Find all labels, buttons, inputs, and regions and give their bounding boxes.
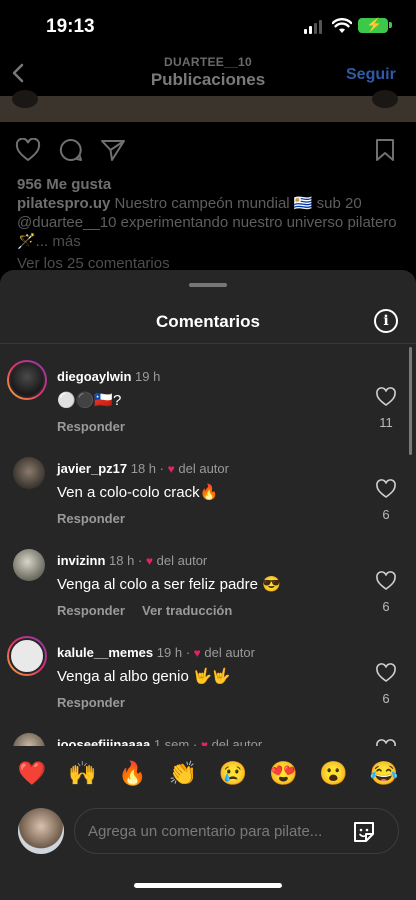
comment-item: javier_pz17 18 h · ♥ del autor Ven a col…	[0, 451, 416, 541]
comment-like-count: 6	[382, 599, 390, 614]
comment-text: Venga al colo a ser feliz padre 😎	[57, 576, 281, 593]
comment-username[interactable]: kalule__memes	[57, 645, 153, 660]
reply-button[interactable]: Responder	[57, 603, 125, 618]
comment-username[interactable]: jooseefiiinaaaa	[57, 737, 150, 746]
comment-like-icon[interactable]	[375, 479, 397, 499]
author-like-label: del autor	[156, 553, 208, 568]
emoji-clap-button[interactable]: 👏	[167, 760, 199, 787]
sheet-title: Comentarios	[156, 312, 260, 331]
share-send-icon[interactable]	[100, 138, 126, 162]
follow-button[interactable]: Seguir	[346, 66, 396, 84]
status-time: 19:13	[46, 16, 95, 37]
emoji-laughing-button[interactable]: 😂	[368, 760, 400, 787]
emoji-raised-hands-button[interactable]: 🙌	[66, 760, 98, 787]
comments-scrollbar[interactable]	[409, 347, 412, 455]
commenter-avatar[interactable]	[13, 733, 45, 746]
comment-meta: invizinn 18 h · ♥ del autor	[57, 553, 208, 568]
comment-like-count: 6	[382, 507, 390, 522]
comment-username[interactable]: invizinn	[57, 553, 105, 568]
author-like-label: del autor	[178, 461, 229, 476]
comment-like-icon[interactable]	[375, 739, 397, 746]
caption-username[interactable]: pilatespro.uy	[17, 195, 110, 212]
author-like-label: del autor	[204, 645, 255, 660]
emoji-heart-button[interactable]: ❤️	[16, 760, 48, 787]
battery-nub	[389, 22, 392, 28]
post-carousel-next	[372, 90, 398, 108]
author-heart-icon: ♥	[167, 462, 175, 476]
comment-meta: diegoaylwin 19 h	[57, 369, 160, 384]
emoji-fire-button[interactable]: 🔥	[117, 760, 149, 787]
comment-like-icon[interactable]	[375, 663, 397, 683]
author-like-label: del autor	[211, 737, 263, 746]
comment-input-placeholder: Agrega un comentario para pilate...	[88, 823, 323, 840]
comment-username[interactable]: diegoaylwin	[57, 369, 131, 384]
comment-meta: kalule__memes 19 h · ♥ del autor	[57, 645, 255, 660]
reply-button[interactable]: Responder	[57, 511, 125, 526]
bookmark-icon[interactable]	[373, 138, 399, 162]
reply-button[interactable]: Responder	[57, 419, 125, 434]
comment-like-icon[interactable]	[375, 387, 397, 407]
comment-item: jooseefiiinaaaa 1 sem · ♥ del autor	[0, 727, 416, 746]
comment-time: 19 h	[135, 369, 161, 384]
home-indicator[interactable]	[134, 883, 282, 888]
post-image-edge[interactable]	[0, 96, 416, 122]
post-carousel-prev	[12, 90, 38, 108]
likes-count[interactable]: 956 Me gusta	[17, 176, 111, 193]
comment-item: diegoaylwin 19 h ⚪⚫🇨🇱? Responder 11	[0, 359, 416, 449]
comment-time: 19 h	[156, 645, 183, 660]
info-icon[interactable]: i	[374, 309, 398, 333]
charging-bolt-icon: ⚡	[366, 17, 383, 32]
author-heart-icon: ♥	[145, 554, 154, 568]
comment-like-icon[interactable]	[375, 571, 397, 591]
my-avatar	[18, 808, 64, 854]
comment-item: kalule__memes 19 h · ♥ del autor Venga a…	[0, 635, 416, 725]
comment-bubble-icon[interactable]	[58, 138, 84, 162]
commenter-avatar[interactable]	[7, 636, 47, 676]
quick-emoji-bar: ❤️ 🙌 🔥 👏 😢 😍 😮 😂	[16, 760, 400, 787]
see-translation-button[interactable]: Ver traducción	[142, 603, 232, 618]
author-heart-icon: ♥	[200, 738, 208, 746]
comment-meta: jooseefiiinaaaa 1 sem · ♥ del autor	[57, 737, 262, 746]
comment-time: 1 sem	[153, 737, 190, 746]
post-caption: pilatespro.uy Nuestro campeón mundial 🇺🇾…	[17, 194, 397, 251]
comment-text: ⚪⚫🇨🇱?	[57, 392, 122, 409]
comment-like-count: 6	[382, 691, 390, 706]
comment-text: Ven a colo-colo crack🔥	[57, 484, 219, 501]
comments-list[interactable]: diegoaylwin 19 h ⚪⚫🇨🇱? Responder 11 javi…	[0, 344, 416, 746]
comment-time: 18 h	[109, 553, 135, 568]
emoji-crying-button[interactable]: 😢	[217, 760, 249, 787]
comment-meta: javier_pz17 18 h · ♥ del autor	[57, 461, 229, 476]
comment-text: Venga al albo genio 🤟🤟	[57, 668, 231, 685]
comment-time: 18 h	[130, 461, 157, 476]
comment-like-count: 11	[379, 415, 393, 430]
comment-username[interactable]: javier_pz17	[57, 461, 127, 476]
sheet-drag-handle[interactable]	[189, 283, 227, 287]
comment-item: invizinn 18 h · ♥ del autor Venga al col…	[0, 543, 416, 633]
emoji-heart-eyes-button[interactable]: 😍	[267, 760, 299, 787]
sticker-icon[interactable]	[351, 819, 377, 845]
commenter-avatar[interactable]	[13, 549, 45, 581]
commenter-avatar[interactable]	[13, 457, 45, 489]
caption-more-link[interactable]: más	[52, 233, 80, 250]
emoji-surprised-button[interactable]: 😮	[318, 760, 350, 787]
wifi-icon	[332, 18, 352, 33]
like-heart-icon[interactable]	[15, 138, 41, 162]
commenter-avatar[interactable]	[7, 360, 47, 400]
cellular-signal-icon	[304, 20, 322, 34]
reply-button[interactable]: Responder	[57, 695, 125, 710]
author-heart-icon: ♥	[193, 646, 201, 660]
